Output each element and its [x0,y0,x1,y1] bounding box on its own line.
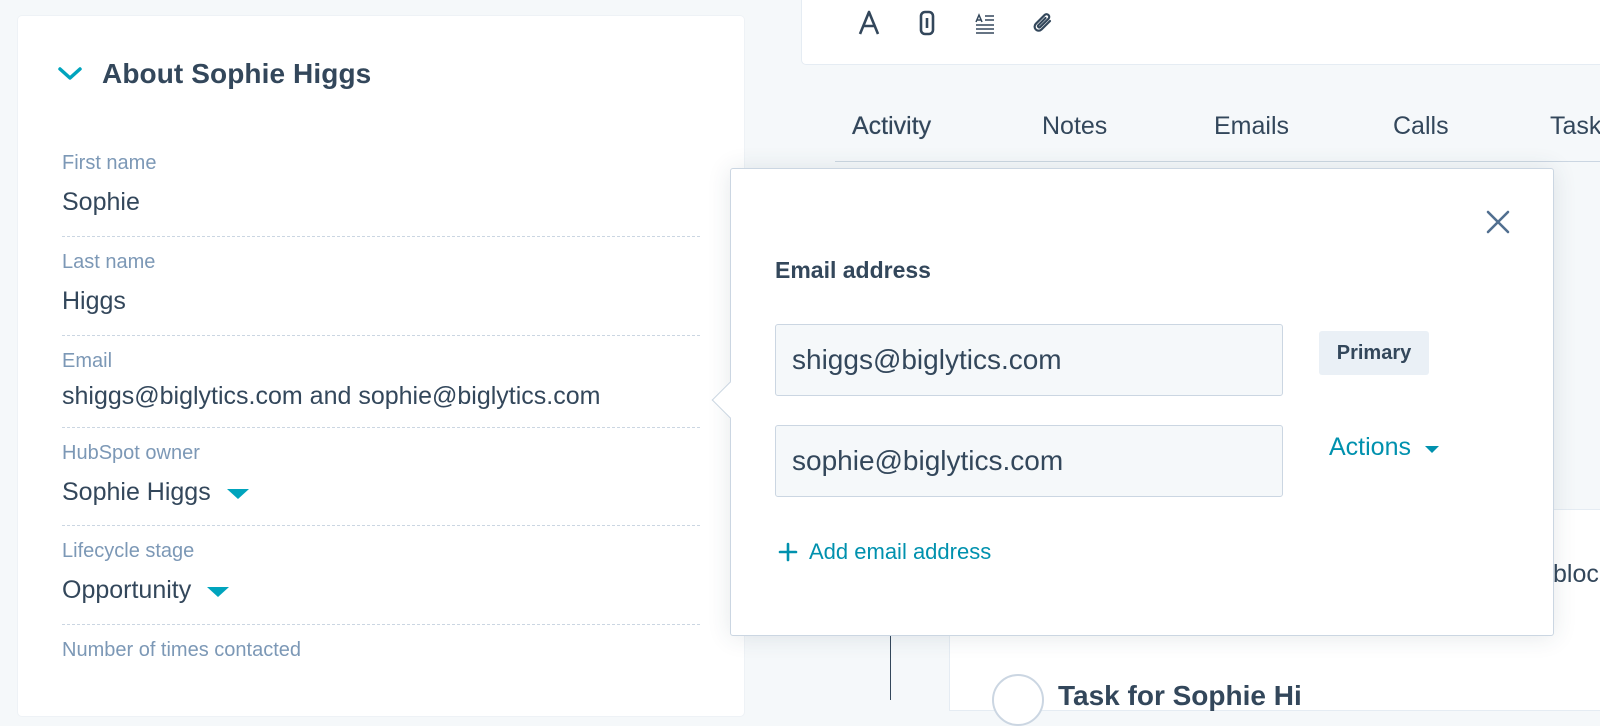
field-value[interactable]: Higgs [62,287,126,316]
tab-tasks[interactable]: Tasks [1550,112,1600,141]
field-last-name[interactable]: Last name Higgs [62,247,700,336]
owner-dropdown[interactable]: Sophie Higgs [62,478,249,507]
primary-badge: Primary [1319,331,1429,375]
email-popover: Email address Primary Actions Add email … [711,168,1554,636]
about-header[interactable]: About Sophie Higgs [56,58,371,90]
chevron-down-icon[interactable] [56,60,84,88]
plus-icon [777,541,799,563]
tabs-divider [835,161,1600,162]
field-email[interactable]: Email shiggs@biglytics.com and sophie@bi… [62,346,700,428]
field-label: First name [62,152,157,174]
field-times-contacted[interactable]: Number of times contacted [62,635,700,715]
editor-toolbar [802,0,1600,64]
text-align-icon[interactable] [970,8,1000,38]
add-email-button[interactable]: Add email address [777,539,991,565]
lifecycle-dropdown[interactable]: Opportunity [62,576,230,605]
timeline-line [890,630,891,700]
field-label: Number of times contacted [62,639,301,661]
field-value[interactable]: shiggs@biglytics.com and sophie@biglytic… [62,382,600,411]
field-hubspot-owner[interactable]: HubSpot owner Sophie Higgs [62,438,700,526]
task-check-icon[interactable] [992,674,1044,726]
field-label: Lifecycle stage [62,540,195,562]
caret-down-icon[interactable] [226,489,249,499]
email-input-secondary[interactable] [775,425,1283,497]
attachment-icon[interactable] [1028,8,1058,38]
tab-emails[interactable]: Emails [1214,112,1289,141]
font-style-icon[interactable] [854,8,884,38]
add-email-label: Add email address [809,539,992,564]
caret-down-icon [1424,445,1439,453]
field-lifecycle-stage[interactable]: Lifecycle stage Opportunity [62,536,700,625]
caret-down-icon[interactable] [207,587,230,597]
close-icon[interactable] [1483,207,1513,237]
field-value: Sophie Higgs [62,478,211,506]
tab-notes[interactable]: Notes [1042,112,1107,141]
tab-activity[interactable]: Activity [852,112,931,141]
field-value: Opportunity [62,576,192,604]
actions-dropdown[interactable]: Actions [1329,433,1439,462]
field-value[interactable]: Sophie [62,188,140,217]
tab-calls[interactable]: Calls [1393,112,1449,141]
field-label: Last name [62,251,156,273]
actions-label: Actions [1329,433,1411,461]
link-icon[interactable] [912,8,942,38]
field-first-name[interactable]: First name Sophie [62,148,700,237]
timeline-task-title[interactable]: Task for Sophie Hi [1058,680,1302,712]
email-input-primary[interactable] [775,324,1283,396]
popover-heading: Email address [775,257,931,283]
field-label: Email [62,350,113,372]
field-label: HubSpot owner [62,442,200,464]
about-title: About Sophie Higgs [102,58,372,89]
timeline-clipped-text: bloc [1553,560,1599,588]
